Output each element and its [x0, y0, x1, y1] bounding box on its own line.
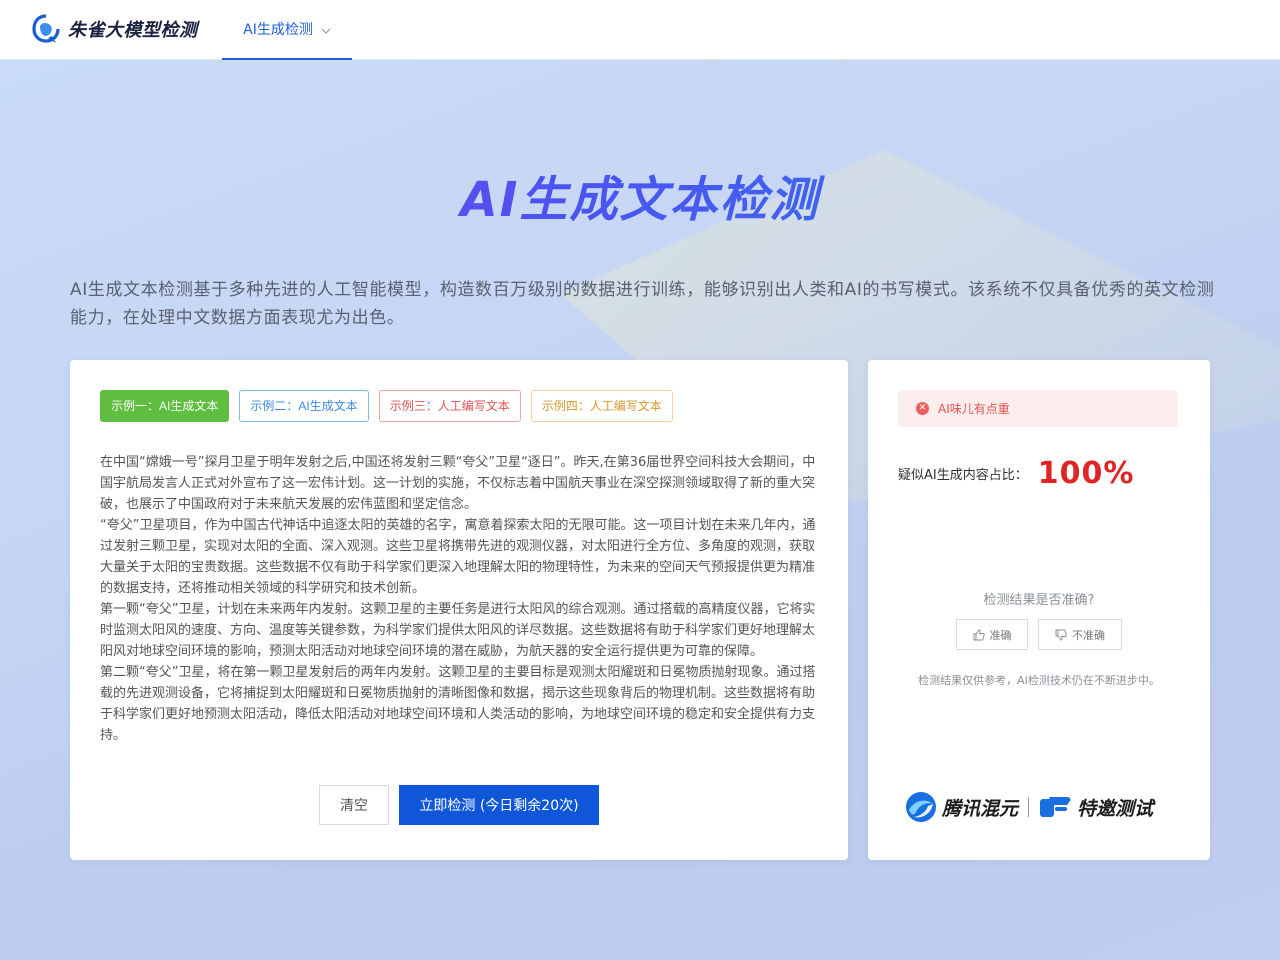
- accurate-button[interactable]: 准确: [956, 619, 1028, 650]
- hunyuan-logo: 腾讯混元: [904, 790, 1018, 824]
- feedback-question: 检测结果是否准确?: [983, 593, 1095, 608]
- close-circle-icon: ✕: [916, 402, 929, 415]
- feedback-buttons: 准确 不准确: [956, 619, 1122, 650]
- input-paragraph: “夸父”卫星项目，作为中国古代神话中追逐太阳的英雄的名字，寓意着探索太阳的无限可…: [100, 518, 816, 596]
- input-paragraph: 第一颗“夸父”卫星，计划在未来两年内发射。这颗卫星的主要任务是进行太阳风的综合观…: [100, 602, 816, 659]
- invite-logo: 特邀测试: [1039, 793, 1153, 821]
- ratio-value: 100%: [1037, 456, 1135, 491]
- zhuque-logo-icon: [32, 14, 60, 44]
- inaccurate-label: 不准确: [1072, 628, 1105, 642]
- clear-button[interactable]: 清空: [319, 785, 389, 825]
- input-paragraph: 在中国“嫦娥一号”探月卫星于明年发射之后,中国还将发射三颗“夸父”卫星“逐日”。…: [100, 455, 816, 512]
- ai-ratio: 疑似AI生成内容占比： 100%: [898, 456, 1134, 491]
- input-panel: 示例一：AI生成文本 示例二：AI生成文本 示例三：人工编写文本 示例四：人工编…: [70, 360, 848, 860]
- example-1-button[interactable]: 示例一：AI生成文本: [100, 390, 230, 422]
- hunyuan-text: 腾讯混元: [942, 797, 1019, 820]
- tab-label: AI生成检测: [243, 22, 313, 38]
- accurate-label: 准确: [989, 628, 1012, 642]
- brand-logo[interactable]: 朱雀大模型检测: [32, 14, 198, 44]
- partner-logos: 腾讯混元 特邀测试: [904, 790, 1153, 824]
- page-description: AI生成文本检测基于多种先进的人工智能模型，构造数百万级别的数据进行训练，能够识…: [70, 280, 1215, 328]
- example-4-button[interactable]: 示例四：人工编写文本: [530, 390, 673, 422]
- text-input-area[interactable]: 在中国“嫦娥一号”探月卫星于明年发射之后,中国还将发射三颗“夸父”卫星“逐日”。…: [100, 452, 818, 752]
- detect-button[interactable]: 立即检测 (今日剩余20次): [399, 785, 599, 825]
- result-alert: ✕ AI味儿有点重: [898, 390, 1178, 427]
- example-buttons: 示例一：AI生成文本 示例二：AI生成文本 示例三：人工编写文本 示例四：人工编…: [100, 390, 673, 422]
- ratio-label: 疑似AI生成内容占比：: [898, 468, 1028, 483]
- input-paragraph: 第二颗“夸父”卫星，将在第一颗卫星发射后的两年内发射。这颗卫星的主要目标是观测太…: [100, 665, 816, 743]
- invite-badge-icon: [1040, 797, 1071, 817]
- brand-name: 朱雀大模型检测: [68, 20, 198, 41]
- example-2-button[interactable]: 示例二：AI生成文本: [239, 390, 369, 422]
- hunyuan-logo-icon: [906, 792, 936, 822]
- partner-divider: [1028, 797, 1030, 817]
- page-title: AI生成文本检测: [0, 160, 1280, 230]
- disclaimer-text: 检测结果仅供参考，AI检测技术仍在不断进步中。: [918, 674, 1160, 687]
- example-3-button[interactable]: 示例三：人工编写文本: [378, 390, 521, 422]
- result-panel: ✕ AI味儿有点重 疑似AI生成内容占比： 100% 检测结果是否准确? 准确 …: [868, 360, 1210, 860]
- inaccurate-button[interactable]: 不准确: [1038, 619, 1122, 650]
- text-fade-overlay: [100, 742, 818, 754]
- top-navbar: 朱雀大模型检测 AI生成检测: [0, 0, 1280, 60]
- chevron-down-icon: [321, 24, 331, 34]
- thumbs-up-icon: [973, 629, 985, 640]
- thumbs-down-icon: [1055, 629, 1067, 640]
- alert-text: AI味儿有点重: [938, 402, 1010, 416]
- tab-ai-detection[interactable]: AI生成检测: [222, 0, 352, 60]
- invite-text: 特邀测试: [1077, 797, 1154, 820]
